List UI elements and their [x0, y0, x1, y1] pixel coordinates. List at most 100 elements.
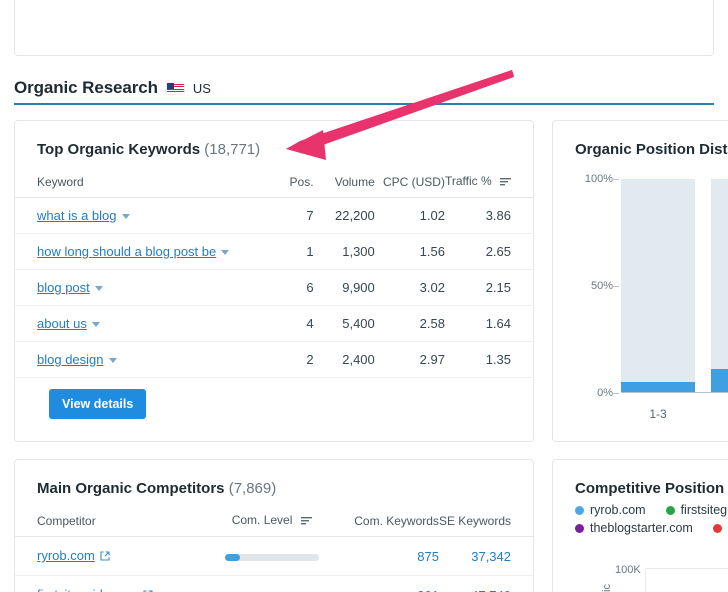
- keyword-link[interactable]: what is a blog: [37, 208, 117, 223]
- competitor-link[interactable]: ryrob.com: [37, 548, 95, 563]
- keyword-link[interactable]: blog design: [37, 352, 104, 367]
- keyword-cell: about us: [15, 305, 273, 342]
- position-bar-group[interactable]: 1-3: [621, 179, 695, 421]
- cpc-cell: 3.02: [374, 269, 445, 306]
- keyword-cell: what is a blog: [15, 197, 273, 234]
- cpos-y-tick-100k: 100K: [615, 564, 641, 576]
- position-bar-group[interactable]: 4-10: [711, 179, 728, 393]
- keywords-table: Keyword Pos. Volume CPC (USD) Traffic %: [15, 168, 533, 378]
- position-distribution-chart: 100% 50% 0% 1-3 4-10: [553, 169, 728, 431]
- competitors-card-count: (7,869): [228, 480, 277, 497]
- volume-cell: 9,900: [313, 269, 375, 306]
- legend-item[interactable]: firstsiteguid: [665, 503, 728, 517]
- traffic-cell: 2.15: [444, 269, 533, 306]
- chevron-down-icon[interactable]: [221, 250, 230, 256]
- col-header-competitor[interactable]: Competitor: [15, 507, 216, 537]
- competitor-link[interactable]: firstsiteguide.com: [37, 587, 138, 592]
- col-header-com-keywords[interactable]: Com. Keywords: [327, 507, 439, 537]
- position-chart-plot: 100% 50% 0% 1-3 4-10: [585, 173, 728, 421]
- keyword-link[interactable]: about us: [37, 316, 87, 331]
- competitors-card-title-text: Main Organic Competitors: [37, 480, 225, 497]
- position-x-label: 1-3: [649, 407, 667, 421]
- section-underline: [14, 103, 714, 105]
- col-header-cpc[interactable]: CPC (USD): [374, 168, 445, 198]
- volume-cell: 2,400: [313, 341, 375, 378]
- position-cell: 6: [272, 269, 314, 306]
- position-bar-track: [621, 179, 695, 393]
- position-card-title: Organic Position Dist: [575, 141, 728, 158]
- pd-y-label-50: 50%: [590, 280, 613, 292]
- competitive-positioning-legend: ryrob.com firstsiteguid theblogstarter.com…: [553, 497, 728, 535]
- col-header-keyword[interactable]: Keyword: [15, 168, 273, 198]
- cpos-y-axis-title: ic: [601, 584, 613, 592]
- competitor-cell: firstsiteguide.com: [15, 575, 216, 592]
- keyword-cell: blog design: [15, 341, 273, 378]
- external-link-icon[interactable]: [143, 588, 153, 592]
- country-code-label: US: [192, 80, 211, 96]
- keyword-link[interactable]: how long should a blog post be: [37, 244, 216, 259]
- view-details-button[interactable]: View details: [49, 389, 147, 419]
- legend-item[interactable]: sm: [712, 521, 728, 535]
- table-row: how long should a blog post be 1 1,300 1.56…: [15, 233, 533, 270]
- legend-item[interactable]: ryrob.com: [575, 503, 646, 517]
- sort-descending-icon-competitors[interactable]: [300, 514, 312, 528]
- col-header-pos[interactable]: Pos.: [272, 168, 314, 198]
- legend-item[interactable]: theblogstarter.com: [575, 521, 693, 535]
- volume-cell: 5,400: [313, 305, 375, 342]
- position-bar-track: [711, 179, 728, 393]
- keywords-card-title: Top Organic Keywords (18,771): [15, 121, 533, 158]
- traffic-trend-pane: May 2020 Sep 2020: [399, 0, 713, 55]
- cpc-cell: 1.02: [374, 197, 445, 234]
- com-level-cell: [215, 536, 328, 576]
- table-row: blog design 2 2,400 2.97 1.35: [15, 341, 533, 378]
- col-header-com-level-label: Com. Level: [231, 513, 293, 527]
- table-row: firstsiteguide.com 80147,740: [15, 575, 533, 592]
- col-header-traffic[interactable]: Traffic %: [444, 168, 533, 198]
- position-cell: 7: [272, 197, 314, 234]
- position-chart-baseline: [621, 392, 728, 393]
- com-level-bar: [224, 553, 319, 561]
- sort-descending-icon[interactable]: [500, 175, 511, 189]
- organic-position-distribution-card: Organic Position Dist 100% 50% 0% 1-3 4-1…: [552, 120, 728, 442]
- col-header-volume[interactable]: Volume: [313, 168, 375, 198]
- traffic-cell: 2.65: [444, 233, 533, 270]
- traffic-cell: 1.35: [444, 341, 533, 378]
- volume-cell: 1,300: [313, 233, 375, 270]
- external-link-icon[interactable]: [100, 549, 110, 564]
- legend-label: theblogstarter.com: [590, 521, 693, 535]
- competitive-positioning-card: Competitive Position ryrob.com firstsiteg…: [552, 459, 728, 592]
- chevron-down-icon[interactable]: [121, 214, 130, 220]
- col-header-com-level[interactable]: Com. Level: [215, 507, 328, 537]
- volume-cell: 22,200: [313, 197, 375, 234]
- position-x-label: 4-10: [711, 407, 728, 421]
- chevron-down-icon[interactable]: [108, 358, 117, 364]
- competitor-cell: ryrob.com: [15, 536, 216, 576]
- page-title: Organic Research: [14, 78, 158, 97]
- legend-color-dot: [575, 505, 584, 515]
- chevron-down-icon[interactable]: [91, 322, 100, 328]
- legend-color-dot: [712, 523, 722, 533]
- legend-label: firstsiteguid: [680, 503, 728, 517]
- col-header-se-keywords[interactable]: SE Keywords: [438, 507, 533, 537]
- position-cell: 2: [272, 341, 314, 378]
- table-row: ryrob.com 875 37,342: [15, 536, 533, 576]
- cpc-cell: 2.58: [374, 305, 445, 342]
- keyword-cell: how long should a blog post be: [15, 233, 273, 270]
- legend-color-dot: [665, 505, 675, 515]
- organic-research-section-header: Organic Research US: [14, 78, 714, 98]
- main-organic-competitors-card: Main Organic Competitors (7,869) Competi…: [14, 459, 534, 592]
- competitors-card-title: Main Organic Competitors (7,869): [15, 460, 533, 497]
- chevron-down-icon[interactable]: [94, 286, 103, 292]
- us-flag-icon: [166, 82, 184, 94]
- keywords-card-count: (18,771): [204, 141, 261, 158]
- page-root: 5% 0% ?? May 2020 S: [0, 0, 728, 592]
- legend-color-dot: [575, 523, 584, 533]
- table-row: blog post 6 9,900 3.02 2.15: [15, 269, 533, 306]
- cpos-scatter-plot: [645, 568, 728, 592]
- keyword-link[interactable]: blog post: [37, 280, 90, 295]
- com-keywords-cell: 801: [327, 575, 439, 592]
- cpc-cell: 2.97: [374, 341, 445, 378]
- legend-row: theblogstarter.com sm: [575, 521, 728, 535]
- se-keywords-cell: 47,740: [438, 575, 533, 592]
- legend-label: ryrob.com: [590, 503, 646, 517]
